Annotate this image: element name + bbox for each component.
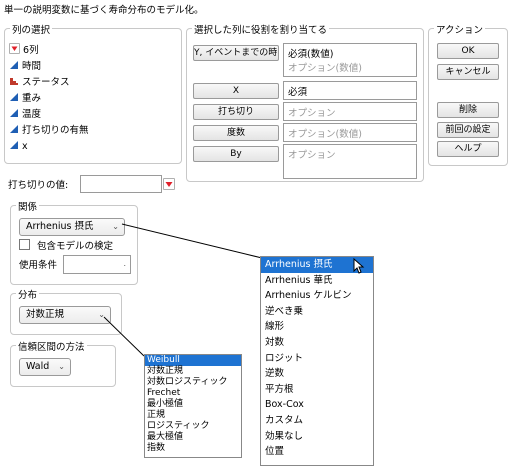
use-condition-input[interactable]: .: [63, 255, 131, 274]
role-field-by[interactable]: オプション: [283, 144, 417, 179]
column-item-x[interactable]: x: [9, 139, 28, 154]
columns-panel: 列の選択 6列 時間 ステータス 重み 温度 打ち切りの有無 x: [4, 22, 182, 164]
ok-button[interactable]: OK: [437, 43, 499, 59]
distribution-option[interactable]: 対数正規: [145, 366, 241, 377]
roles-panel: 選択した列に役割を割り当てる Y, イベントまでの時間 必須(数値) オプション…: [186, 22, 424, 182]
chevron-down-icon: ⌄: [58, 362, 65, 371]
continuous-icon: [10, 141, 18, 149]
relationship-select-value: Arrhenius 摂氏: [26, 221, 94, 232]
column-item-time[interactable]: 時間: [9, 59, 41, 74]
relationship-panel: 関係 Arrhenius 摂氏 ⌄ 包含モデルの検定 使用条件 .: [10, 199, 138, 285]
distribution-panel: 分布 対数正規 ⌄: [10, 287, 122, 335]
distribution-options-list[interactable]: Weibull 対数正規 対数ロジスティック Frechet 最小極値 正規 ロ…: [144, 354, 242, 458]
distribution-option[interactable]: 対数ロジスティック: [145, 377, 241, 388]
column-count-label: 6列: [23, 45, 39, 56]
confidence-method-panel: 信頼区間の方法 Wald ⌄: [10, 339, 116, 387]
column-item-label: 打ち切りの有無: [22, 125, 89, 136]
role-field-required: 必須(数値): [288, 49, 334, 60]
distribution-select[interactable]: 対数正規 ⌄: [19, 306, 111, 324]
relationship-option[interactable]: Box-Cox: [261, 397, 373, 413]
cancel-button[interactable]: キャンセル: [437, 64, 499, 80]
column-item-label: ステータス: [22, 77, 70, 88]
column-item-label: x: [22, 141, 28, 152]
role-field-optional: オプション(数値): [288, 63, 362, 74]
relationship-option[interactable]: 逆数: [261, 366, 373, 382]
distribution-option[interactable]: 最小極値: [145, 399, 241, 410]
column-item-status[interactable]: ステータス: [9, 75, 70, 90]
distribution-panel-title: 分布: [16, 287, 40, 301]
remove-button[interactable]: 削除: [437, 102, 499, 118]
recall-button[interactable]: 前回の設定: [437, 122, 499, 138]
column-item-weight[interactable]: 重み: [9, 91, 41, 106]
actions-panel-title: アクション: [434, 22, 486, 36]
column-item-temperature[interactable]: 温度: [9, 107, 41, 122]
relationship-options-list[interactable]: Arrhenius 摂氏 Arrhenius 華氏 Arrhenius ケルビン…: [260, 256, 374, 466]
nested-model-label: 包含モデルの検定: [37, 241, 114, 252]
use-condition-label: 使用条件: [19, 260, 58, 271]
relationship-option[interactable]: 位置: [261, 444, 373, 460]
nested-model-checkbox-row[interactable]: 包含モデルの検定: [19, 239, 113, 252]
column-list[interactable]: 時間 ステータス 重み 温度 打ち切りの有無 x: [9, 59, 177, 157]
relationship-panel-title: 関係: [16, 199, 40, 213]
censor-value-label: 打ち切りの値:: [8, 180, 69, 191]
continuous-icon: [10, 61, 18, 69]
role-field-y-time[interactable]: 必須(数値) オプション(数値): [283, 43, 417, 77]
role-button-by[interactable]: By: [193, 146, 279, 162]
spinner-dot-icon: .: [123, 259, 126, 268]
dialog-description: 単一の説明変数に基づく寿命分布のモデル化。: [4, 5, 204, 16]
relationship-option[interactable]: ロジット: [261, 351, 373, 367]
continuous-icon: [10, 125, 18, 133]
columns-panel-title: 列の選択: [10, 22, 53, 36]
confidence-method-select[interactable]: Wald ⌄: [19, 358, 71, 376]
relationship-option[interactable]: カスタム: [261, 413, 373, 429]
chevron-down-icon: ⌄: [112, 222, 119, 231]
relationship-option[interactable]: 平方根: [261, 382, 373, 398]
role-field-optional: オプション: [288, 150, 336, 161]
distribution-option[interactable]: Weibull: [145, 355, 241, 366]
relationship-option[interactable]: Arrhenius ケルビン: [261, 288, 373, 304]
actions-panel: アクション OK キャンセル 削除 前回の設定 ヘルプ: [428, 22, 508, 166]
column-item-label: 時間: [22, 61, 42, 72]
role-field-required: 必須: [288, 87, 308, 98]
distribution-option[interactable]: 正規: [145, 410, 241, 421]
red-triangle-icon[interactable]: [9, 43, 20, 54]
relationship-option[interactable]: 対数: [261, 335, 373, 351]
distribution-option[interactable]: Frechet: [145, 388, 241, 399]
role-button-x[interactable]: X: [193, 83, 279, 99]
distribution-option[interactable]: 最大極値: [145, 432, 241, 443]
role-field-optional: オプション(数値): [288, 129, 362, 140]
red-triangle-icon[interactable]: [163, 178, 175, 190]
relationship-option[interactable]: 線形: [261, 319, 373, 335]
column-item-censored[interactable]: 打ち切りの有無: [9, 123, 89, 138]
relationship-option[interactable]: 効果なし: [261, 429, 373, 445]
role-button-freq[interactable]: 度数: [193, 125, 279, 141]
column-item-label: 重み: [22, 93, 42, 104]
distribution-select-value: 対数正規: [26, 309, 65, 320]
censor-value-input[interactable]: [80, 175, 162, 193]
continuous-icon: [10, 109, 18, 117]
relationship-select[interactable]: Arrhenius 摂氏 ⌄: [19, 218, 125, 236]
nominal-icon: [10, 78, 18, 85]
chevron-down-icon: ⌄: [98, 310, 105, 319]
relationship-option[interactable]: Arrhenius 華氏: [261, 273, 373, 289]
column-count-row[interactable]: 6列: [9, 43, 39, 57]
role-field-freq[interactable]: オプション(数値): [283, 123, 417, 142]
column-item-label: 温度: [22, 109, 42, 120]
roles-panel-title: 選択した列に役割を割り当てる: [192, 22, 330, 36]
distribution-option[interactable]: ロジスティック: [145, 421, 241, 432]
continuous-icon: [10, 93, 18, 101]
role-field-x[interactable]: 必須: [283, 81, 417, 100]
relationship-option[interactable]: 逆べき乗: [261, 304, 373, 320]
confidence-method-select-value: Wald: [26, 361, 50, 372]
mouse-cursor-icon: [353, 258, 365, 274]
help-button[interactable]: ヘルプ: [437, 141, 499, 157]
distribution-option[interactable]: 指数: [145, 443, 241, 454]
role-button-y-time[interactable]: Y, イベントまでの時間: [193, 45, 279, 61]
role-field-censor[interactable]: オプション: [283, 102, 417, 121]
role-field-optional: オプション: [288, 108, 336, 119]
role-button-censor[interactable]: 打ち切り: [193, 104, 279, 120]
nested-model-checkbox[interactable]: [19, 239, 30, 250]
confidence-method-panel-title: 信頼区間の方法: [16, 339, 87, 353]
